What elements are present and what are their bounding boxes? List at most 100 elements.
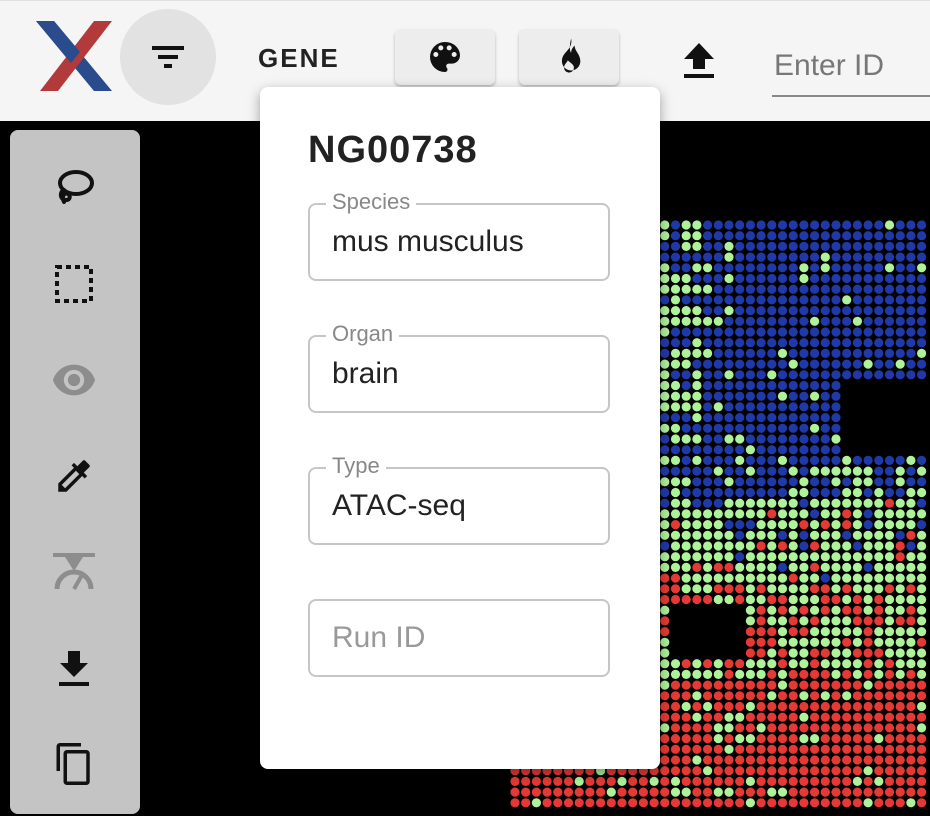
spot	[799, 391, 809, 401]
eye-icon[interactable]	[48, 354, 100, 406]
rectangle-select-icon[interactable]	[48, 258, 100, 310]
spot	[863, 776, 873, 787]
spot	[799, 487, 809, 498]
gauge-icon[interactable]	[48, 546, 100, 598]
palette-button[interactable]	[395, 29, 495, 85]
species-field[interactable]: Species mus musculus	[308, 189, 610, 281]
spot	[799, 627, 809, 637]
filter-button[interactable]	[120, 9, 216, 105]
spot	[724, 562, 734, 572]
spot	[810, 787, 820, 797]
lasso-icon[interactable]	[48, 162, 100, 214]
spot	[767, 573, 777, 583]
spot	[874, 798, 884, 808]
spot	[777, 637, 788, 647]
spot	[713, 327, 723, 337]
spot	[906, 594, 916, 605]
spot	[917, 755, 927, 765]
spot	[756, 263, 766, 273]
spot	[670, 327, 681, 337]
spot	[767, 423, 777, 433]
spot	[874, 573, 884, 583]
spot	[863, 637, 873, 647]
spot	[820, 359, 830, 369]
spot	[670, 573, 681, 583]
spot	[767, 552, 777, 562]
spot	[735, 380, 745, 391]
spot	[670, 552, 681, 562]
spot	[820, 380, 830, 391]
spot	[884, 669, 895, 680]
spot	[788, 787, 798, 797]
spot	[777, 691, 788, 701]
spot	[713, 423, 723, 433]
run-id-field[interactable]	[308, 599, 610, 677]
spot	[703, 316, 713, 326]
heatmap-button[interactable]	[519, 29, 619, 85]
spot	[745, 316, 756, 326]
spot	[895, 241, 905, 251]
spot	[874, 562, 884, 572]
spot	[756, 423, 766, 433]
spot	[692, 455, 702, 465]
spot	[820, 680, 830, 690]
organ-field[interactable]: Organ brain	[308, 321, 610, 413]
spot	[842, 263, 852, 273]
spot	[670, 359, 681, 369]
spot	[831, 584, 841, 594]
spot	[703, 787, 713, 797]
spot	[874, 701, 884, 712]
upload-icon[interactable]	[680, 41, 718, 81]
spot	[917, 562, 927, 572]
spot	[831, 530, 841, 540]
spot	[735, 584, 745, 594]
spot	[917, 338, 927, 348]
spot	[799, 680, 809, 690]
spot	[756, 637, 766, 647]
type-field[interactable]: Type ATAC-seq	[308, 453, 610, 545]
spot	[917, 594, 927, 605]
spot	[670, 723, 681, 733]
spot	[681, 723, 691, 733]
spot	[884, 734, 895, 744]
spot	[756, 755, 766, 765]
spot	[531, 787, 541, 797]
x-logo-icon[interactable]	[36, 21, 112, 91]
spot	[692, 477, 702, 487]
spot	[777, 723, 788, 733]
spot	[884, 723, 895, 733]
spot	[777, 241, 788, 251]
spot	[767, 616, 777, 626]
spot	[831, 402, 841, 412]
spot	[917, 220, 927, 230]
organ-value: brain	[332, 357, 399, 390]
spot	[863, 669, 873, 680]
spot	[681, 273, 691, 284]
spot	[799, 648, 809, 658]
spot	[713, 231, 723, 241]
spot	[670, 798, 681, 808]
spot	[842, 798, 852, 808]
spot	[735, 306, 745, 316]
copy-icon[interactable]	[48, 738, 100, 790]
spot	[863, 798, 873, 808]
eyedropper-icon[interactable]	[48, 450, 100, 502]
spot	[724, 327, 734, 337]
spot	[692, 487, 702, 498]
spot	[852, 744, 863, 754]
spot	[735, 669, 745, 680]
spot	[777, 584, 788, 594]
spot	[596, 776, 606, 787]
spot	[767, 413, 777, 423]
download-icon[interactable]	[48, 642, 100, 694]
spot	[917, 691, 927, 701]
id-input[interactable]	[772, 37, 930, 97]
type-label: Type	[326, 453, 386, 479]
spot	[724, 370, 734, 380]
spot	[788, 359, 798, 369]
spot	[820, 744, 830, 754]
spot	[842, 370, 852, 380]
spot	[756, 520, 766, 530]
run-id-input[interactable]	[310, 601, 608, 675]
spot	[542, 787, 552, 797]
